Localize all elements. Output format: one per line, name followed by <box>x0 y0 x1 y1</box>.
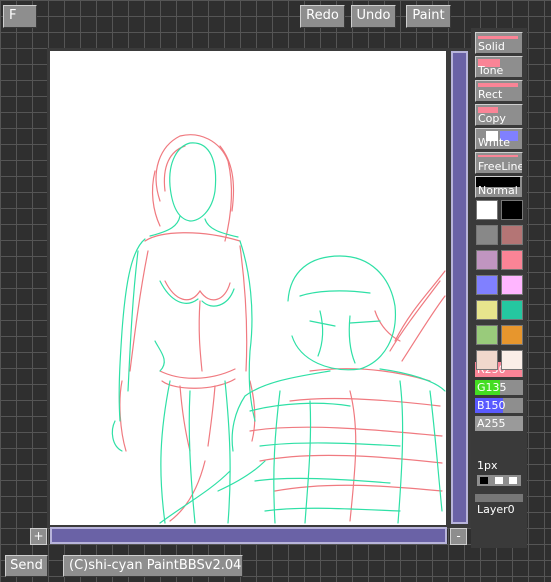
freeline-swatch <box>478 155 518 157</box>
palette-swatch[interactable] <box>476 225 498 245</box>
mode-normal[interactable]: Normal <box>475 176 523 198</box>
blue-slider[interactable]: B150 <box>475 398 523 413</box>
paint-button[interactable]: Paint <box>406 5 451 28</box>
green-value: G135 <box>477 381 507 394</box>
alpha-value: A255 <box>477 417 506 430</box>
brush-size-label: 1px <box>477 459 498 472</box>
brush-dot-large[interactable] <box>509 477 517 484</box>
freeline-label: FreeLine <box>478 160 523 173</box>
f-button[interactable]: F <box>3 5 37 28</box>
normal-label: Normal <box>478 184 518 197</box>
send-button[interactable]: Send <box>5 555 48 577</box>
drawing-canvas[interactable] <box>50 51 446 525</box>
palette-swatch[interactable] <box>476 350 498 370</box>
copy-label: Copy <box>478 112 506 125</box>
palette-swatch[interactable] <box>476 250 498 270</box>
palette-swatch[interactable] <box>476 275 498 295</box>
blue-value: B150 <box>477 399 506 412</box>
tool-white[interactable]: White <box>475 128 523 150</box>
pen-mode-tone[interactable]: Tone <box>475 56 523 78</box>
brush-dot-medium[interactable] <box>495 477 503 484</box>
palette-swatch[interactable] <box>476 325 498 345</box>
layer-bar <box>475 494 523 502</box>
palette-swatch[interactable] <box>501 225 523 245</box>
sketch-drawing <box>111 134 446 524</box>
palette-swatch[interactable] <box>476 300 498 320</box>
palette-swatch[interactable] <box>476 200 498 220</box>
alpha-slider[interactable]: A255 <box>475 416 523 431</box>
solid-swatch <box>478 36 518 39</box>
redo-button[interactable]: Redo <box>300 5 345 28</box>
tool-copy[interactable]: Copy <box>475 104 523 126</box>
vertical-scrollbar[interactable] <box>451 51 468 524</box>
pen-mode-solid[interactable]: Solid <box>475 32 523 54</box>
rect-label: Rect <box>478 88 503 101</box>
palette-swatch[interactable] <box>501 300 523 320</box>
palette-swatch[interactable] <box>501 325 523 345</box>
brush-dot-small[interactable] <box>480 477 488 484</box>
tool-rect[interactable]: Rect <box>475 80 523 102</box>
brush-size-panel[interactable]: 1px <box>475 456 523 490</box>
solid-label: Solid <box>478 40 505 53</box>
palette-swatch[interactable] <box>501 275 523 295</box>
layer-label: Layer0 <box>477 503 515 516</box>
zoom-out-button[interactable]: - <box>450 528 467 545</box>
undo-button[interactable]: Undo <box>351 5 396 28</box>
tone-label: Tone <box>478 64 504 77</box>
layer-panel[interactable]: Layer0 <box>475 494 523 516</box>
horizontal-scrollbar[interactable] <box>50 527 447 544</box>
white-label: White <box>478 136 510 149</box>
green-slider[interactable]: G135 <box>475 380 523 395</box>
rect-swatch <box>478 83 518 87</box>
palette-swatch[interactable] <box>501 250 523 270</box>
tool-freeline[interactable]: FreeLine <box>475 152 523 174</box>
zoom-in-button[interactable]: + <box>30 528 47 545</box>
palette-swatch[interactable] <box>501 350 523 370</box>
palette-swatch[interactable] <box>501 200 523 220</box>
credit-label: (C)shi-cyan PaintBBSv2.04 <box>63 555 243 577</box>
